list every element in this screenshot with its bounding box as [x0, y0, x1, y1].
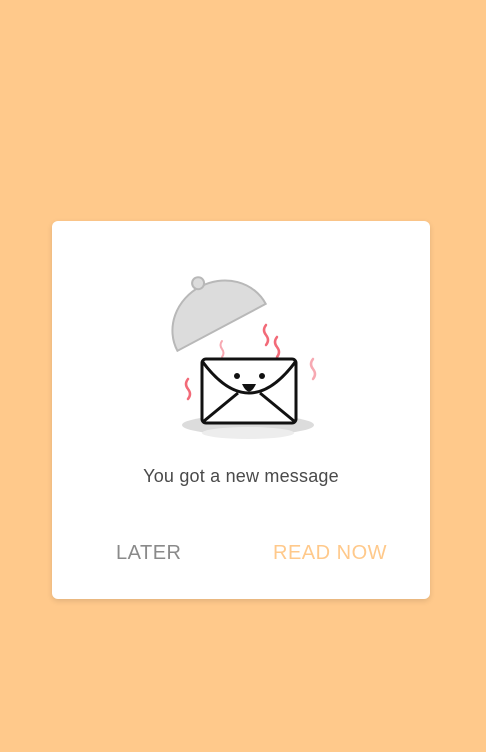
later-button[interactable]: LATER — [108, 533, 189, 573]
dialog-message: You got a new message — [143, 466, 339, 486]
read-now-button[interactable]: READ NOW — [265, 533, 395, 573]
new-message-dialog: You got a new message LATER READ NOW — [52, 221, 430, 599]
envelope-under-cloche-illustration — [160, 265, 330, 445]
envelope-under-cloche-icon — [171, 276, 317, 439]
